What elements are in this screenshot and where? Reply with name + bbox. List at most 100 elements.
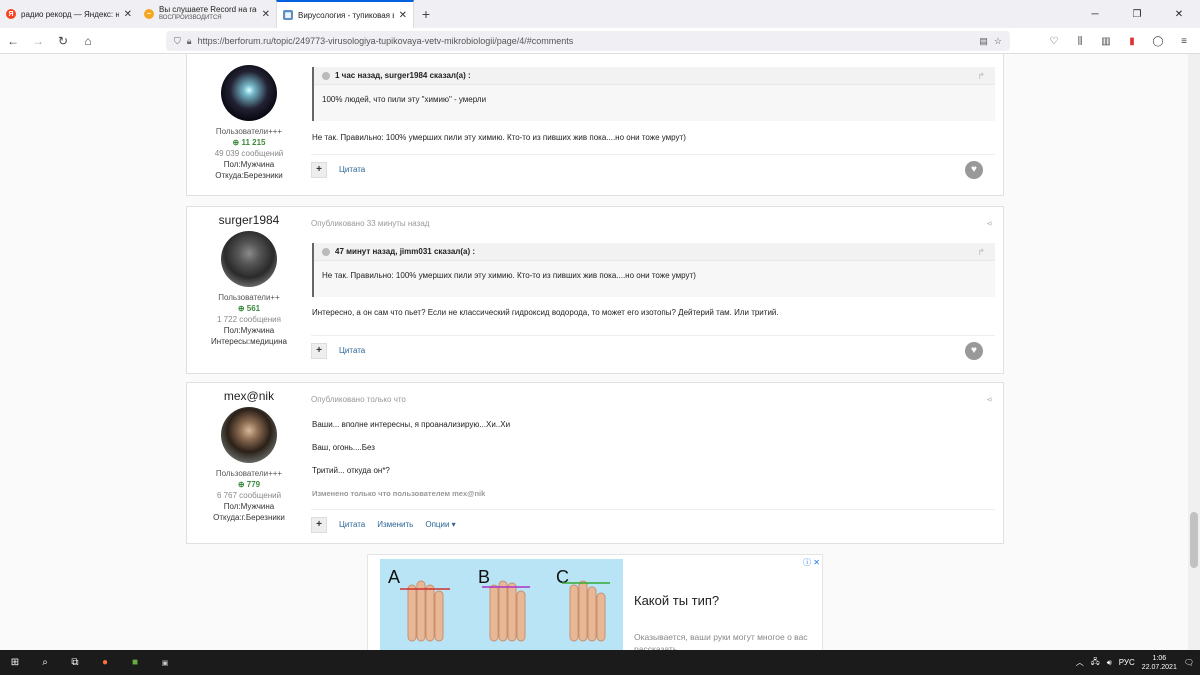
clock[interactable]: 1:06 22.07.2021 bbox=[1142, 654, 1177, 672]
post-text: Тритий... откуда он*? bbox=[312, 466, 390, 475]
new-tab-button[interactable]: + bbox=[414, 0, 438, 28]
account-icon[interactable]: ◯ bbox=[1148, 30, 1168, 52]
forum-post: mex@nik Пользователи+++ ⊕ 779 6 767 сооб… bbox=[186, 382, 1004, 544]
author-rank: Пользователи+++ bbox=[215, 469, 283, 478]
reader-view-icon[interactable]: ▤ bbox=[979, 36, 988, 47]
back-icon[interactable]: ← bbox=[1, 29, 25, 53]
ad-subtext[interactable]: Оказывается, ваши руки могут многое о ва… bbox=[634, 631, 814, 650]
edit-button[interactable]: Изменить bbox=[377, 520, 413, 529]
pocket-icon[interactable]: ♡ bbox=[1044, 30, 1064, 52]
author-interests: Интересы:медицина bbox=[211, 337, 287, 346]
quote-link-icon[interactable]: ↱ bbox=[977, 71, 985, 82]
system-tray: ︿ 🖧︎ 🔊︎ РУС 1:06 22.07.2021 🗨︎ bbox=[1076, 650, 1200, 675]
minimize-icon[interactable]: ─ bbox=[1074, 0, 1116, 28]
bookmark-star-icon[interactable]: ☆ bbox=[994, 36, 1002, 47]
quote-block: 1 час назад, surger1984 сказал(а) : 100%… bbox=[312, 67, 995, 121]
post-actions: + Цитата ♥ bbox=[311, 154, 995, 184]
close-window-icon[interactable]: ✕ bbox=[1158, 0, 1200, 28]
library-icon[interactable]: ⫼ bbox=[1070, 30, 1090, 52]
author-location: Откуда:г.Березники bbox=[213, 513, 285, 522]
author-name[interactable]: surger1984 bbox=[187, 213, 311, 227]
like-icon[interactable]: ♥ bbox=[965, 160, 983, 179]
avatar[interactable] bbox=[221, 407, 277, 463]
tab-title: радио рекорд — Яндекс: нашлось bbox=[21, 9, 119, 19]
search-icon[interactable]: ⌕ bbox=[30, 650, 60, 675]
close-icon[interactable]: ✕ bbox=[262, 9, 270, 20]
tab-title: Вирусология - тупиковая ветвь bbox=[298, 10, 394, 20]
url-text[interactable]: https://berforum.ru/topic/249773-virusol… bbox=[198, 36, 974, 46]
post-count[interactable]: 6 767 сообщений bbox=[187, 491, 311, 500]
quote-button[interactable]: Цитата bbox=[339, 165, 365, 174]
author-name[interactable] bbox=[187, 54, 311, 61]
author-gender: Пол:Мужчина bbox=[223, 326, 275, 335]
post-text: Интересно, а он сам что пьет? Если не кл… bbox=[312, 308, 779, 317]
share-icon[interactable]: ⋖ bbox=[986, 395, 993, 404]
quote-header: 1 час назад, surger1984 сказал(а) : bbox=[314, 67, 995, 85]
extension-icon[interactable]: ▮ bbox=[1122, 30, 1142, 52]
quote-button[interactable]: Цитата bbox=[339, 520, 365, 529]
windows-start-icon[interactable]: ⊞ bbox=[0, 650, 30, 675]
quote-body: Не так. Правильно: 100% умерших пили эту… bbox=[322, 271, 696, 280]
post-count[interactable]: 1 722 сообщения bbox=[187, 315, 311, 324]
close-icon[interactable]: ✕ bbox=[124, 9, 132, 20]
home-icon[interactable]: ⌂ bbox=[76, 29, 100, 53]
tab-radiorecord[interactable]: ~ Вы слушаете Record на radiorecordВОСПР… bbox=[138, 0, 276, 28]
tray-expand-icon[interactable]: ︿ bbox=[1076, 657, 1084, 668]
minecraft-icon[interactable]: ■ bbox=[120, 650, 150, 675]
volume-icon[interactable]: 🔊︎ bbox=[1107, 658, 1112, 668]
close-icon[interactable]: ✕ bbox=[399, 10, 407, 21]
reputation-badge: ⊕ 11 215 bbox=[232, 138, 266, 147]
ad-label-b: B bbox=[478, 567, 490, 587]
ad-headline[interactable]: Какой ты тип? bbox=[634, 593, 719, 608]
post-date[interactable]: Опубликовано только что bbox=[311, 395, 406, 404]
quote-link-icon[interactable]: ↱ bbox=[977, 247, 985, 258]
share-icon[interactable]: ⋖ bbox=[986, 219, 993, 228]
like-icon[interactable]: ♥ bbox=[965, 341, 983, 360]
language-indicator[interactable]: РУС bbox=[1119, 658, 1135, 667]
forum-post: surger1984 Пользователи++ ⊕ 561 1 722 со… bbox=[186, 206, 1004, 374]
reload-icon[interactable]: ↻ bbox=[51, 29, 75, 53]
quote-button[interactable]: Цитата bbox=[339, 346, 365, 355]
quote-block: 47 минут назад, jimm031 сказал(а) : Не т… bbox=[312, 243, 995, 297]
shield-icon[interactable]: ⛉ bbox=[174, 36, 181, 47]
app-icon[interactable]: ▣ bbox=[150, 650, 180, 675]
scrollbar-thumb[interactable] bbox=[1190, 512, 1198, 568]
page-content: Пользователи+++ ⊕ 11 215 49 039 сообщени… bbox=[0, 54, 1188, 650]
url-bar[interactable]: ⛉ 🔒︎ https://berforum.ru/topic/249773-vi… bbox=[166, 31, 1010, 51]
menu-icon[interactable]: ≡ bbox=[1174, 30, 1194, 52]
quote-header: 47 минут назад, jimm031 сказал(а) : bbox=[314, 243, 995, 261]
lock-icon[interactable]: 🔒︎ bbox=[187, 36, 192, 47]
tab-yandex[interactable]: Я радио рекорд — Яндекс: нашлось ✕ bbox=[0, 0, 138, 28]
options-dropdown[interactable]: Опции ▾ bbox=[425, 520, 455, 529]
quote-icon bbox=[322, 71, 330, 80]
advertisement[interactable]: A B C Какой ты тип? Оказывается, ваши ру… bbox=[367, 554, 823, 650]
multiquote-button[interactable]: + bbox=[311, 161, 327, 178]
author-rank: Пользователи+++ bbox=[215, 127, 283, 136]
post-text: Ваши... вполне интересны, я проанализиру… bbox=[312, 420, 511, 429]
firefox-icon[interactable]: ● bbox=[90, 650, 120, 675]
tab-title: Вы слушаете Record на radiorecord bbox=[159, 5, 257, 14]
sidebar-icon[interactable]: ▥ bbox=[1096, 30, 1116, 52]
ad-label-c: C bbox=[556, 567, 569, 587]
record-icon: ~ bbox=[144, 9, 154, 19]
post-count[interactable]: 49 039 сообщений bbox=[187, 149, 311, 158]
post-text: Не так. Правильно: 100% умерших пили эту… bbox=[312, 133, 686, 142]
ad-label-a: A bbox=[388, 567, 400, 587]
forward-icon[interactable]: → bbox=[26, 29, 50, 53]
task-view-icon[interactable]: ⧉ bbox=[60, 650, 90, 675]
tab-berforum[interactable]: ▦ Вирусология - тупиковая ветвь ✕ bbox=[276, 0, 414, 28]
multiquote-button[interactable]: + bbox=[311, 342, 327, 359]
ad-image[interactable]: A B C bbox=[380, 559, 623, 650]
multiquote-button[interactable]: + bbox=[311, 516, 327, 533]
post-date[interactable]: Опубликовано 33 минуты назад bbox=[311, 219, 429, 228]
avatar[interactable] bbox=[221, 231, 277, 287]
notifications-icon[interactable]: 🗨︎ bbox=[1184, 658, 1194, 667]
author-name[interactable]: mex@nik bbox=[187, 389, 311, 403]
author-location: Откуда:Березники bbox=[215, 171, 283, 180]
ad-info-icon[interactable]: ⓘ ✕ bbox=[803, 557, 820, 568]
post-author: Пользователи+++ ⊕ 11 215 49 039 сообщени… bbox=[187, 54, 311, 180]
edited-note: Изменено только что пользователем mex@ni… bbox=[312, 489, 486, 498]
network-icon[interactable]: 🖧︎ bbox=[1091, 656, 1100, 670]
restore-icon[interactable]: ❐ bbox=[1116, 0, 1158, 28]
avatar[interactable] bbox=[221, 65, 277, 121]
